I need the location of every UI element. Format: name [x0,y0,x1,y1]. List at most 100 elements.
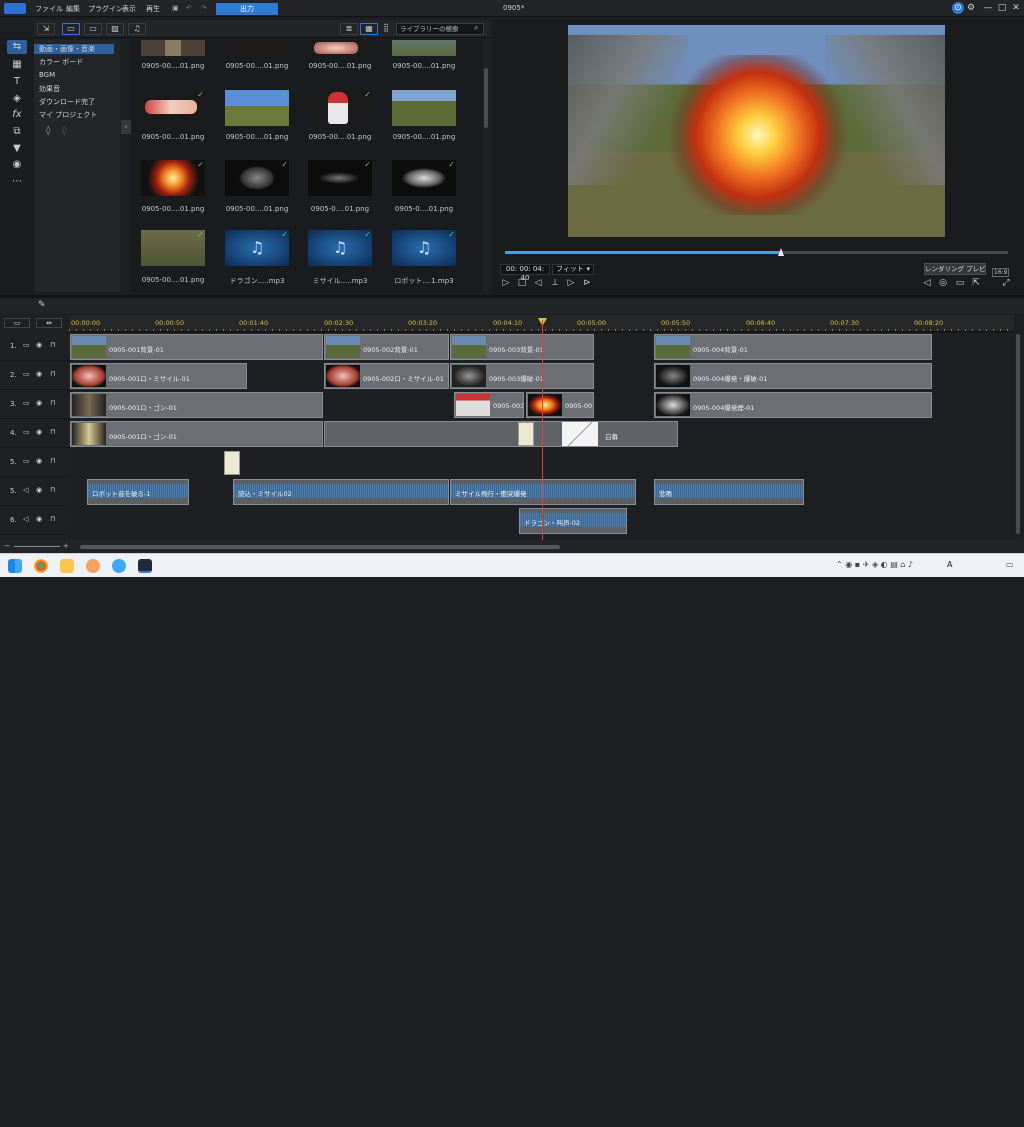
chrome-icon[interactable] [34,559,48,573]
clip-mode-icon[interactable]: ⊥ [549,277,561,289]
pip-icon[interactable]: ⧉ [7,125,27,139]
app-icon[interactable] [112,559,126,573]
lock-icon[interactable]: ⊓ [50,457,55,465]
media-thumb[interactable]: ♫ ✓ [308,230,372,266]
tag-icon[interactable]: ◊ [46,126,50,136]
lock-icon[interactable]: ⊓ [50,341,55,349]
edit-pen-icon[interactable]: ✎ [38,300,46,310]
audio-clip[interactable]: ミサイル飛行・衝突爆発 [450,479,636,505]
timeline-clip[interactable]: 0905-00 [526,392,594,418]
audio-track-icon[interactable]: ◁ [23,486,28,494]
category-my-projects[interactable]: マイ プロジェクト [39,110,97,120]
import-icon[interactable]: ⇲ [37,23,55,35]
account-icon[interactable]: ⊙ [952,2,964,14]
zoom-out-icon[interactable]: − [4,542,10,550]
audio-track-icon[interactable]: ◁ [23,515,28,523]
timeline-clip[interactable]: 0905-002背景-01 [324,334,449,360]
more-icon[interactable]: ⋯ [7,175,27,189]
visibility-eye-icon[interactable]: ◉ [36,341,42,349]
timecode-display[interactable]: 00: 00: 04: 40 [500,264,550,282]
library-scrollbar[interactable] [483,40,489,292]
settings-icon[interactable]: ⚙ [965,2,977,14]
category-bgm[interactable]: BGM [39,71,55,79]
media-thumb[interactable]: ✓ [141,90,205,126]
lock-icon[interactable]: ⊓ [50,515,55,523]
timeline-clip[interactable]: 0905-004爆発・爆破-01 [654,363,932,389]
lock-icon[interactable]: ⊓ [50,399,55,407]
stop-icon[interactable]: □ [516,277,528,289]
file-explorer-icon[interactable] [60,559,74,573]
fast-forward-icon[interactable]: ⊳ [581,277,593,289]
media-thumb[interactable]: ♫ ✓ [392,230,456,266]
media-thumb[interactable]: ✓ [308,90,372,126]
prev-frame-icon[interactable]: ◁ [532,277,544,289]
untag-icon[interactable]: ◊ [62,126,66,136]
audio-clip[interactable]: 悲鳴 [654,479,804,505]
timeline-clip[interactable]: 0905-002ロ・ミサイル-01 [324,363,449,389]
title-icon[interactable]: T [7,75,27,89]
media-room-icon[interactable]: ⇆ [7,40,27,54]
save-icon[interactable]: ▣ [172,4,179,12]
timeline-clip[interactable]: 0905-004爆発煙-01 [654,392,932,418]
video-track-icon[interactable]: ▭ [23,341,30,349]
timeline-clip[interactable]: 0905-001背景-01 [70,334,323,360]
zoom-fit-select[interactable]: フィット ▾ [552,264,594,275]
timeline-horizontal-scrollbar[interactable] [80,545,560,549]
aspect-ratio-select[interactable]: 16:9 [992,268,1010,277]
media-thumb[interactable]: ✓ [141,230,205,266]
lock-icon[interactable]: ⊓ [50,486,55,494]
fx-room-icon[interactable]: ▦ [7,58,27,72]
video-track-icon[interactable]: ▭ [23,399,30,407]
timeline-clip[interactable]: 0905-001ロ・ゴン-01 [70,392,323,418]
track-manager-icon[interactable]: ▭ [4,318,30,328]
visibility-eye-icon[interactable]: ◉ [36,399,42,407]
menu-file[interactable]: ファイル [35,4,63,14]
system-tray-icons[interactable]: ⌃ ◉ ▪ ✈ ◈ ◐ ▤ ⌂ ♪ [836,560,913,569]
grid-view-icon[interactable]: ▦ [360,23,378,35]
timeline-clip[interactable]: 0905-001ロ・ミサイル-01 [70,363,247,389]
fullscreen-icon[interactable]: ⤢ [1000,277,1012,289]
list-view-icon[interactable]: ≣ [340,23,358,35]
media-thumb[interactable] [392,40,456,56]
media-thumb[interactable] [141,40,205,56]
media-thumb[interactable] [225,40,289,56]
menu-plugin[interactable]: プラグイン [88,4,123,14]
media-thumb[interactable]: ♫ ✓ [225,230,289,266]
play-icon[interactable]: ▷ [500,277,512,289]
render-preview-button[interactable]: レンダリング プレビ... [924,263,986,275]
timeline-clip[interactable]: 白幕 [324,421,678,447]
audio-clip[interactable]: 読込・ミサイル02 [233,479,449,505]
redo-icon[interactable]: ↷ [201,4,207,12]
powerdirector-taskbar-icon[interactable] [138,559,152,573]
timeline-clip[interactable]: 0905-003 [454,392,524,418]
start-icon[interactable] [8,559,22,573]
next-frame-icon[interactable]: ▷ [565,277,577,289]
transition-marker[interactable] [518,422,534,446]
undock-icon[interactable]: ⇱ [970,277,982,289]
effect-icon[interactable]: fx [7,108,27,122]
media-thumb[interactable]: ✓ [225,90,289,126]
category-color-board[interactable]: カラー ボード [39,57,83,67]
audio-clip[interactable]: ドラゴン・叫声-02 [519,508,627,534]
timeline-clip[interactable]: 0905-001ロ・ゴン-01 [70,421,323,447]
notification-icon[interactable]: ▭ [1006,560,1014,569]
media-thumb[interactable]: ✓ [141,160,205,196]
timeline-vertical-scrollbar[interactable] [1015,332,1021,540]
search-icon[interactable]: ⌕ [474,23,478,33]
volume-icon[interactable]: ◁ [921,277,933,289]
visibility-eye-icon[interactable]: ◉ [36,370,42,378]
visibility-eye-icon[interactable]: ◉ [36,515,42,523]
visibility-eye-icon[interactable]: ◉ [36,486,42,494]
zoom-slider[interactable] [14,546,60,547]
subtitle-icon[interactable]: ▭ [954,277,966,289]
lock-icon[interactable]: ⊓ [50,428,55,436]
maximize-icon[interactable]: □ [996,2,1008,14]
menu-edit[interactable]: 編集 [66,4,80,14]
undo-icon[interactable]: ↶ [186,4,192,12]
filter-clip-icon[interactable]: ▭ [84,23,102,35]
visibility-eye-icon[interactable]: ◉ [36,457,42,465]
category-sound-effects[interactable]: 効果音 [39,84,60,94]
taskbar-clock[interactable]: 18:37 2023/01/21 [956,1111,993,1127]
media-thumb[interactable]: ✓ [392,90,456,126]
library-search-input[interactable]: ライブラリーの検索 [396,23,484,35]
